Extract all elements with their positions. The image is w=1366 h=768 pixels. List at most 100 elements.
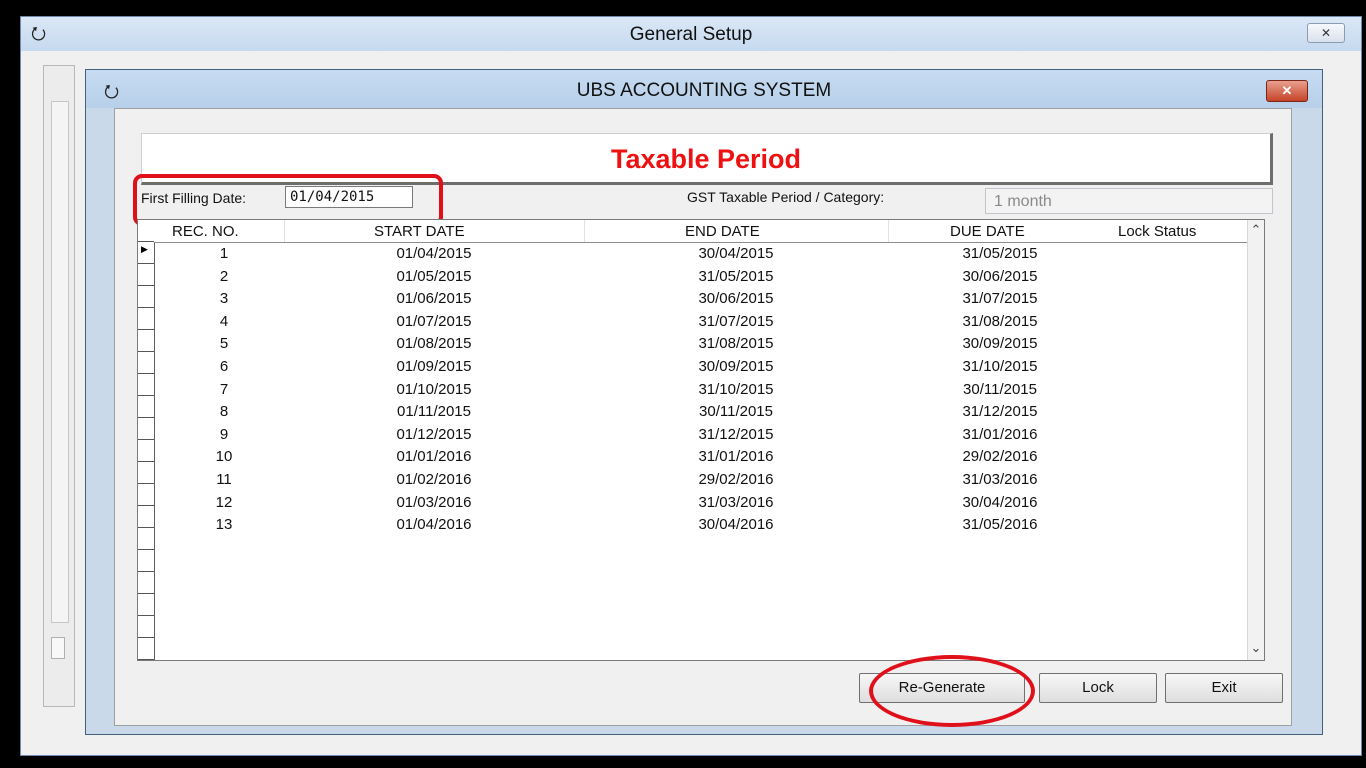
table-row[interactable]: 9 01/12/2015 31/12/2015 31/01/2016 <box>154 424 1248 447</box>
cell-start-date: 01/01/2016 <box>396 448 472 466</box>
ubs-accounting-window: ⭮ UBS ACCOUNTING SYSTEM ✕ Taxable Period… <box>85 69 1323 735</box>
cell-due-date: 31/08/2015 <box>962 312 1038 330</box>
table-row[interactable]: 1 01/04/2015 30/04/2015 31/05/2015 <box>154 243 1248 266</box>
cell-start-date: 01/08/2015 <box>396 335 472 353</box>
cell-rec-no: 3 <box>219 290 229 308</box>
table-row[interactable]: 3 01/06/2015 30/06/2015 31/07/2015 <box>154 288 1248 311</box>
table-row[interactable]: 13 01/04/2016 30/04/2016 31/05/2016 <box>154 514 1248 537</box>
background-subpanel <box>51 101 69 623</box>
column-header-rec-no[interactable]: REC. NO. <box>172 223 239 240</box>
cell-due-date: 30/06/2015 <box>962 267 1038 285</box>
column-separator <box>888 220 889 242</box>
grid-rows: 1 01/04/2015 30/04/2015 31/05/2015 2 01/05/20… <box>154 243 1248 537</box>
column-separator <box>584 220 585 242</box>
background-tab <box>51 637 65 659</box>
exit-button[interactable]: Exit <box>1165 673 1283 703</box>
cell-end-date: 31/03/2016 <box>698 493 774 511</box>
cell-end-date: 31/12/2015 <box>698 425 774 443</box>
cell-due-date: 31/05/2016 <box>962 516 1038 534</box>
cell-end-date: 30/04/2015 <box>698 245 774 262</box>
table-row[interactable]: 7 01/10/2015 31/10/2015 30/11/2015 <box>154 379 1248 402</box>
cell-rec-no: 10 <box>215 448 233 466</box>
gst-period-label: GST Taxable Period / Category: <box>687 189 885 205</box>
cell-start-date: 01/11/2015 <box>397 403 471 421</box>
cell-rec-no: 7 <box>219 380 229 398</box>
taxable-period-grid[interactable]: ▶ REC. NO. START DATE END DATE DUE DATE … <box>137 219 1265 661</box>
cell-end-date: 30/09/2015 <box>698 357 774 375</box>
vertical-scrollbar[interactable]: ⌃ ⌄ <box>1247 220 1264 660</box>
taxable-period-form: Taxable Period First Filling Date: GST T… <box>114 108 1292 727</box>
lock-button[interactable]: Lock <box>1039 673 1157 703</box>
cell-start-date: 01/10/2015 <box>396 380 472 398</box>
row-indicator-column: ▶ <box>138 220 155 660</box>
inner-window-title: UBS ACCOUNTING SYSTEM <box>576 80 832 101</box>
cell-due-date: 30/09/2015 <box>962 335 1038 353</box>
cell-start-date: 01/02/2016 <box>396 470 472 488</box>
cell-rec-no: 6 <box>219 357 229 375</box>
cell-due-date: 31/07/2015 <box>962 290 1038 308</box>
cell-end-date: 31/01/2016 <box>698 448 774 466</box>
cell-end-date: 30/11/2015 <box>699 403 773 421</box>
general-setup-window: ⭮ General Setup ✕ ⭮ UBS ACCOUNTING SYSTE… <box>20 16 1362 756</box>
cell-start-date: 01/09/2015 <box>396 357 472 375</box>
cell-rec-no: 11 <box>216 470 232 488</box>
table-row[interactable]: 12 01/03/2016 31/03/2016 30/04/2016 <box>154 492 1248 515</box>
cell-start-date: 01/12/2015 <box>396 425 472 443</box>
cell-due-date: 30/11/2015 <box>963 380 1037 398</box>
cell-start-date: 01/04/2016 <box>396 516 472 534</box>
cell-due-date: 31/12/2015 <box>962 403 1038 421</box>
cell-rec-no: 2 <box>219 267 229 285</box>
cell-due-date: 31/05/2015 <box>962 245 1038 262</box>
page-title: Taxable Period <box>610 144 802 174</box>
scroll-down-icon[interactable]: ⌄ <box>1249 640 1263 656</box>
cell-rec-no: 5 <box>219 335 229 353</box>
inner-close-button[interactable]: ✕ <box>1266 80 1308 102</box>
cell-start-date: 01/05/2015 <box>396 267 472 285</box>
table-row[interactable]: 11 01/02/2016 29/02/2016 31/03/2016 <box>154 469 1248 492</box>
cell-end-date: 30/04/2016 <box>698 516 774 534</box>
first-filling-date-label: First Filling Date: <box>141 190 247 206</box>
column-header-end-date[interactable]: END DATE <box>685 223 760 240</box>
column-header-start-date[interactable]: START DATE <box>374 223 465 240</box>
column-header-lock-status[interactable]: Lock Status <box>1118 223 1196 240</box>
scroll-up-icon[interactable]: ⌃ <box>1249 222 1263 238</box>
cell-rec-no: 12 <box>215 493 233 511</box>
cell-rec-no: 13 <box>215 516 233 534</box>
table-row[interactable]: 2 01/05/2015 31/05/2015 30/06/2015 <box>154 266 1248 289</box>
cell-end-date: 30/06/2015 <box>698 290 774 308</box>
table-row[interactable]: 4 01/07/2015 31/07/2015 31/08/2015 <box>154 311 1248 334</box>
gst-period-field[interactable]: 1 month <box>985 188 1273 214</box>
column-header-due-date[interactable]: DUE DATE <box>950 223 1025 240</box>
first-filling-date-input[interactable] <box>285 186 413 208</box>
cell-start-date: 01/07/2015 <box>396 312 472 330</box>
outer-title-bar[interactable]: ⭮ General Setup ✕ <box>21 17 1361 51</box>
cell-start-date: 01/06/2015 <box>396 290 472 308</box>
cell-rec-no: 4 <box>219 312 229 330</box>
table-row[interactable]: 6 01/09/2015 30/09/2015 31/10/2015 <box>154 356 1248 379</box>
grid-header: REC. NO. START DATE END DATE DUE DATE Lo… <box>154 220 1248 243</box>
cell-start-date: 01/03/2016 <box>396 493 472 511</box>
cell-end-date: 31/05/2015 <box>698 267 774 285</box>
cell-end-date: 31/10/2015 <box>698 380 774 398</box>
current-row-indicator-icon: ▶ <box>141 244 148 254</box>
cell-due-date: 31/10/2015 <box>962 357 1038 375</box>
cell-rec-no: 1 <box>219 245 229 262</box>
cell-end-date: 29/02/2016 <box>698 470 774 488</box>
cell-end-date: 31/08/2015 <box>698 335 774 353</box>
cell-rec-no: 9 <box>219 425 229 443</box>
inner-title-bar[interactable]: ⭮ UBS ACCOUNTING SYSTEM ✕ <box>86 70 1322 108</box>
cell-rec-no: 8 <box>219 403 229 421</box>
cell-due-date: 31/03/2016 <box>962 470 1038 488</box>
outer-close-button[interactable]: ✕ <box>1307 23 1345 43</box>
cell-due-date: 31/01/2016 <box>962 425 1038 443</box>
table-row[interactable]: 10 01/01/2016 31/01/2016 29/02/2016 <box>154 446 1248 469</box>
outer-window-title: General Setup <box>629 24 753 45</box>
cell-due-date: 30/04/2016 <box>962 493 1038 511</box>
column-separator <box>284 220 285 242</box>
heading-panel: Taxable Period <box>141 133 1273 185</box>
cell-end-date: 31/07/2015 <box>698 312 774 330</box>
table-row[interactable]: 5 01/08/2015 31/08/2015 30/09/2015 <box>154 333 1248 356</box>
cell-start-date: 01/04/2015 <box>396 245 472 262</box>
table-row[interactable]: 8 01/11/2015 30/11/2015 31/12/2015 <box>154 401 1248 424</box>
regenerate-button[interactable]: Re-Generate <box>859 673 1025 703</box>
